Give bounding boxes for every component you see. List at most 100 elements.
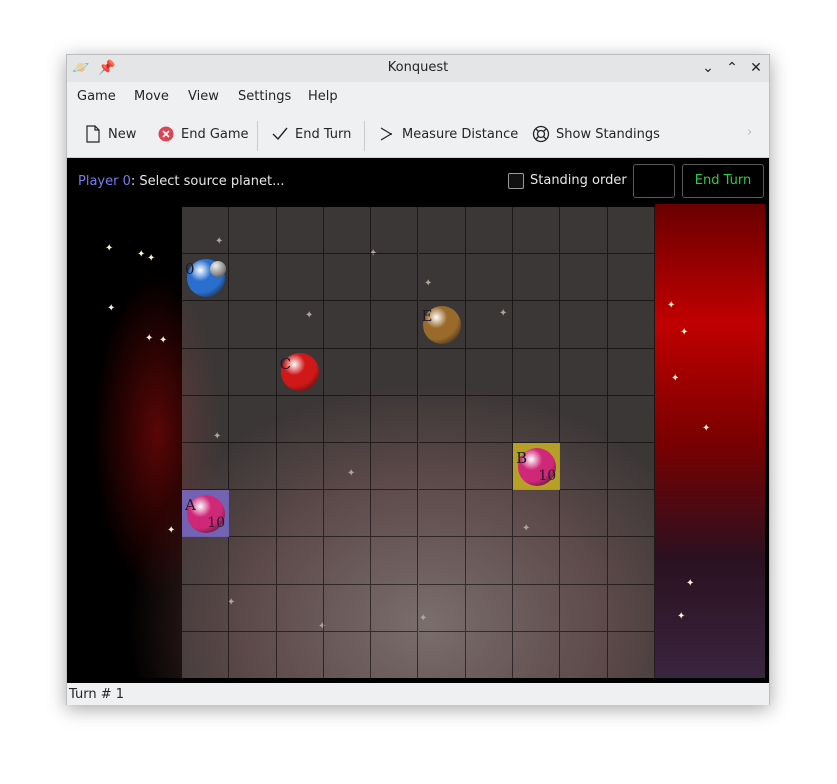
- map-sector[interactable]: [418, 490, 466, 538]
- map-sector[interactable]: [465, 348, 514, 396]
- map-sector[interactable]: [513, 301, 561, 349]
- map-sector[interactable]: [513, 348, 561, 396]
- menu-move[interactable]: Move: [134, 89, 169, 104]
- menu-game[interactable]: Game: [77, 89, 116, 104]
- map-sector[interactable]: [276, 631, 324, 678]
- map-sector[interactable]: [560, 395, 608, 443]
- menu-help[interactable]: Help: [308, 89, 338, 104]
- map-sector[interactable]: [607, 395, 655, 443]
- map-sector[interactable]: [182, 207, 230, 255]
- map-sector[interactable]: [276, 490, 324, 538]
- map-sector[interactable]: [465, 443, 514, 491]
- map-sector[interactable]: [560, 443, 608, 491]
- toolbar-overflow-chevron-icon[interactable]: ›: [747, 125, 752, 140]
- map-sector[interactable]: [560, 301, 608, 349]
- map-sector[interactable]: [607, 490, 655, 538]
- map-sector[interactable]: [229, 301, 277, 349]
- map-sector[interactable]: [513, 395, 561, 443]
- map-sector[interactable]: [276, 395, 324, 443]
- map-sector[interactable]: [513, 490, 561, 538]
- map-sector[interactable]: [323, 631, 372, 678]
- map-sector[interactable]: [560, 631, 608, 678]
- map-sector[interactable]: [418, 631, 466, 678]
- map-sector[interactable]: [323, 490, 372, 538]
- map-sector[interactable]: [323, 207, 372, 255]
- map-sector[interactable]: [323, 537, 372, 585]
- map-sector[interactable]: [371, 395, 419, 443]
- end-turn-button[interactable]: End Turn: [682, 164, 764, 198]
- ship-count-input[interactable]: [633, 164, 675, 198]
- map-sector[interactable]: [276, 537, 324, 585]
- map-sector[interactable]: [607, 301, 655, 349]
- menu-settings[interactable]: Settings: [238, 89, 291, 104]
- map-sector[interactable]: [229, 490, 277, 538]
- map-sector[interactable]: [182, 348, 230, 396]
- map-sector[interactable]: [560, 254, 608, 302]
- map-sector[interactable]: [229, 254, 277, 302]
- map-sector[interactable]: [560, 348, 608, 396]
- map-sector[interactable]: [607, 537, 655, 585]
- map-sector[interactable]: [513, 631, 561, 678]
- map-sector[interactable]: [323, 254, 372, 302]
- map-sector[interactable]: [276, 443, 324, 491]
- map-sector[interactable]: [182, 443, 230, 491]
- map-sector[interactable]: [229, 348, 277, 396]
- map-sector[interactable]: [560, 207, 608, 255]
- maximize-button[interactable]: ⌃: [722, 58, 742, 78]
- show-standings-button[interactable]: Show Standings: [532, 125, 660, 143]
- map-sector[interactable]: [465, 301, 514, 349]
- map-sector[interactable]: [182, 631, 230, 678]
- map-sector[interactable]: [560, 490, 608, 538]
- map-sector[interactable]: [276, 254, 324, 302]
- map-sector[interactable]: [607, 207, 655, 255]
- map-sector[interactable]: [182, 584, 230, 632]
- close-button[interactable]: ✕: [746, 58, 766, 78]
- map-sector[interactable]: [560, 537, 608, 585]
- map-sector[interactable]: [323, 584, 372, 632]
- map-sector[interactable]: [276, 301, 324, 349]
- map-sector[interactable]: [276, 584, 324, 632]
- map-sector[interactable]: [465, 537, 514, 585]
- map-sector[interactable]: [371, 207, 419, 255]
- map-sector[interactable]: [323, 348, 372, 396]
- map-sector[interactable]: [229, 537, 277, 585]
- map-sector[interactable]: [371, 584, 419, 632]
- minimize-button[interactable]: ⌄: [698, 58, 718, 78]
- title-bar[interactable]: 🪐 📌 Konquest ⌄ ⌃ ✕: [67, 55, 769, 82]
- map-sector[interactable]: [513, 254, 561, 302]
- map-sector[interactable]: [607, 631, 655, 678]
- galaxy-map-grid[interactable]: 0 E C B 10 A 10: [182, 207, 655, 678]
- map-sector[interactable]: [182, 537, 230, 585]
- map-sector[interactable]: [323, 395, 372, 443]
- map-sector[interactable]: [418, 254, 466, 302]
- map-sector[interactable]: [323, 301, 372, 349]
- map-sector[interactable]: [418, 348, 466, 396]
- map-sector[interactable]: [371, 254, 419, 302]
- map-sector[interactable]: [371, 490, 419, 538]
- map-sector[interactable]: [371, 631, 419, 678]
- map-sector[interactable]: [513, 207, 561, 255]
- map-sector[interactable]: [607, 443, 655, 491]
- map-sector[interactable]: [465, 395, 514, 443]
- end-game-button[interactable]: End Game: [157, 125, 249, 143]
- map-sector[interactable]: [465, 584, 514, 632]
- map-sector[interactable]: [418, 584, 466, 632]
- map-sector[interactable]: [371, 537, 419, 585]
- measure-distance-button[interactable]: Measure Distance: [378, 125, 518, 143]
- map-sector[interactable]: [418, 537, 466, 585]
- map-sector[interactable]: [371, 301, 419, 349]
- map-sector[interactable]: [560, 584, 608, 632]
- map-sector[interactable]: [371, 348, 419, 396]
- map-sector[interactable]: [513, 537, 561, 585]
- standing-order-checkbox[interactable]: [508, 173, 524, 189]
- map-sector[interactable]: [465, 254, 514, 302]
- map-sector[interactable]: [607, 254, 655, 302]
- map-sector[interactable]: [418, 207, 466, 255]
- map-sector[interactable]: [465, 631, 514, 678]
- map-sector[interactable]: [229, 443, 277, 491]
- map-sector[interactable]: [229, 631, 277, 678]
- map-sector[interactable]: [276, 207, 324, 255]
- map-sector[interactable]: [229, 395, 277, 443]
- map-sector[interactable]: [607, 584, 655, 632]
- map-sector[interactable]: [323, 443, 372, 491]
